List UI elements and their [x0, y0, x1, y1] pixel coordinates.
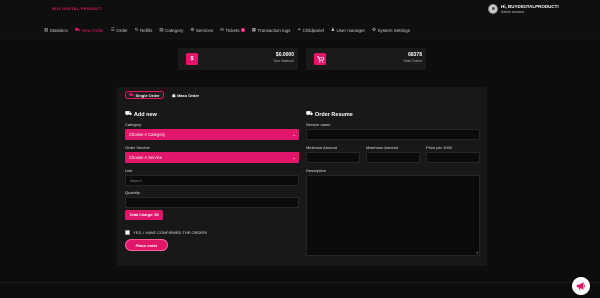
ticket-icon: ✉: [220, 26, 224, 32]
chevron-down-icon: ⌄: [292, 131, 296, 137]
nav-item-services[interactable]: ⚙ Services: [190, 26, 213, 32]
settings-icon: ⚙: [371, 26, 376, 32]
nav-item-childpanel[interactable]: ⚭ Childpanel: [297, 26, 324, 32]
announcement-button[interactable]: [572, 277, 590, 295]
user-role: Admin account: [501, 10, 525, 14]
layers-icon: ☗: [172, 93, 176, 98]
nav-item-category[interactable]: ▤ Category: [159, 26, 183, 32]
dollar-icon: $: [186, 53, 198, 65]
service-select[interactable]: Choose A Service ⌄: [125, 152, 299, 163]
chevron-down-icon: ⌄: [292, 154, 296, 160]
list-icon: ☰: [110, 26, 115, 32]
balance-label: Your Balance: [273, 59, 294, 63]
price-field: [426, 152, 480, 163]
price-label: Price per 1000: [426, 145, 453, 150]
brand-logo[interactable]: BUY DIGITAL PRODUCT: [52, 6, 102, 11]
tickets-badge: 0: [241, 28, 245, 32]
nav-item-order[interactable]: ☰ Order: [110, 26, 128, 32]
max-amount-label: Maximum Amount: [366, 145, 399, 150]
gear-icon: ⚙: [190, 26, 195, 32]
tab-mass-order[interactable]: ☗ Mass Order: [172, 92, 199, 99]
tab-single-order[interactable]: ⛟ Single Order: [125, 91, 164, 99]
quantity-input[interactable]: [125, 197, 299, 208]
footer-divider: [0, 282, 600, 283]
order-resume-title: ⛟ Order Resume: [306, 111, 353, 118]
cart-icon: ⛟: [306, 111, 313, 117]
cart-icon: ⛟: [125, 111, 132, 117]
min-amount-label: Minimum Amount: [306, 145, 337, 150]
nav-item-system-settings[interactable]: ⚙ System Settings: [371, 26, 410, 32]
category-select[interactable]: Choose A Category ⌄: [125, 129, 299, 140]
category-label: Category: [125, 122, 142, 127]
nav-item-transaction-logs[interactable]: ▦ Transaction logs: [251, 26, 291, 32]
megaphone-icon: [576, 282, 586, 290]
nav-item-tickets[interactable]: ✉ Tickets 0: [220, 26, 245, 33]
cart-icon: [314, 53, 326, 65]
folder-icon: ▤: [159, 26, 164, 32]
users-icon: ♟: [330, 26, 335, 32]
avatar[interactable]: [488, 4, 498, 14]
chart-icon: ▥: [44, 26, 49, 32]
service-label: Order Service: [125, 145, 150, 150]
confirm-label[interactable]: YES, I HAVE CONFIRMED THE ORDER!: [133, 230, 207, 235]
link-input[interactable]: https://: [125, 175, 299, 186]
cart-icon: ⛟: [74, 26, 81, 32]
user-name: Hi, BUYDIGITALPRODUCT!: [501, 4, 559, 9]
header-divider: [0, 38, 600, 39]
link-icon: ⚭: [297, 26, 302, 32]
resize-grip-icon: ◢: [475, 250, 478, 254]
nav-item-new-order[interactable]: ⛟ New Order: [74, 26, 104, 32]
nav-item-refills[interactable]: ↻ Refills: [134, 26, 153, 32]
link-label: Link: [125, 168, 133, 173]
nav-item-statistics[interactable]: ▥ Statistics: [44, 26, 68, 32]
description-textarea: ◢: [306, 175, 480, 256]
place-order-button[interactable]: Place order: [125, 239, 168, 251]
max-amount-field: [366, 152, 420, 163]
service-name-field: [306, 129, 480, 140]
main-nav: ▥ Statistics ⛟ New Order ☰ Order ↻ Refills ▤…: [44, 25, 410, 35]
add-new-title: ⛟ Add new: [125, 111, 157, 118]
balance-value: $0.0000: [275, 52, 294, 58]
orders-label: Total Orders: [402, 59, 422, 63]
confirm-checkbox[interactable]: [125, 230, 130, 235]
description-label: Description: [306, 168, 327, 173]
quantity-label: Quantity: [125, 190, 140, 195]
log-icon: ▦: [251, 26, 256, 32]
cart-icon: ⛟: [129, 92, 135, 97]
min-amount-field: [306, 152, 360, 163]
confirm-row: YES, I HAVE CONFIRMED THE ORDER!: [125, 230, 207, 235]
orders-value: 68378: [408, 52, 422, 58]
service-name-label: Service name: [306, 122, 331, 127]
refresh-icon: ↻: [134, 26, 139, 32]
top-bar: BUY DIGITAL PRODUCT Hi, BUYDIGITALPRODUC…: [0, 0, 600, 38]
new-order-card: ⛟ Single Order ☗ Mass Order ⛟ Add new Cat…: [117, 87, 487, 266]
orders-card: 68378 Total Orders: [306, 48, 426, 70]
balance-card: $ $0.0000 Your Balance: [178, 48, 298, 70]
nav-item-user-manager[interactable]: ♟ User manager: [330, 26, 365, 32]
total-charge-badge: Total Charge: $0: [125, 210, 163, 220]
